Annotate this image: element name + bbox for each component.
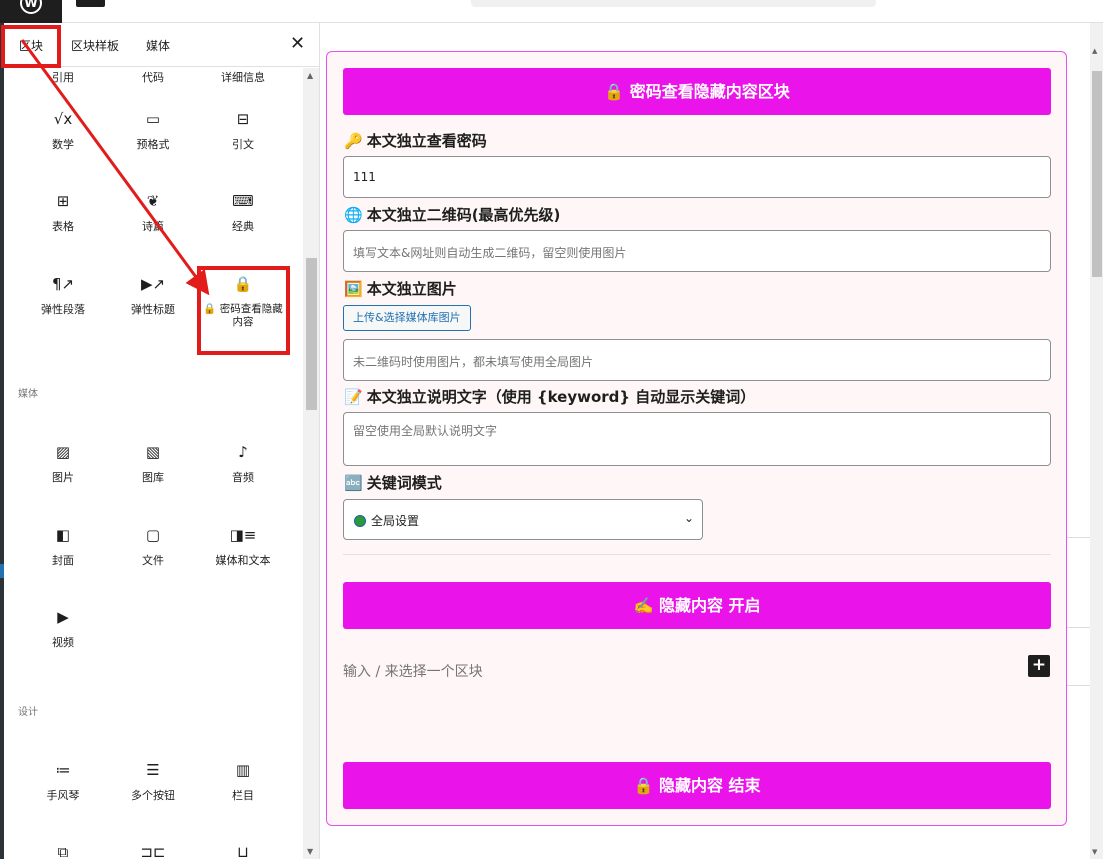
hidden-content-start-button[interactable]: ✍️ 隐藏内容 开启 (343, 582, 1051, 629)
editor-scrollbar[interactable]: ▲ ▼ (1090, 23, 1103, 859)
block-placeholder[interactable]: 输入 / 来选择一个区块 (343, 661, 483, 681)
image-url-input[interactable]: 未二维码时使用图片，都未填写使用全局图片 (343, 339, 1051, 381)
editor-scrollbar-thumb[interactable] (1092, 71, 1102, 277)
password-block-container: 🔒 密码查看隐藏内容区块 🔑 本文独立查看密码 111 🌐 本文独立二维码(最高优先… (326, 51, 1067, 826)
description-textarea[interactable]: 留空使用全局默认说明文字 (343, 412, 1051, 466)
add-block-button[interactable]: + (1028, 655, 1050, 677)
keyword-field-label: 🔤 关键词模式 (344, 474, 442, 492)
qr-field-label: 🌐 本文独立二维码(最高优先级) (344, 206, 561, 224)
picture-icon: 🖼️ (344, 280, 363, 298)
password-block-header-button[interactable]: 🔒 密码查看隐藏内容区块 (343, 68, 1051, 115)
key-icon: 🔑 (344, 132, 363, 150)
chevron-down-icon: ⌄ (683, 511, 694, 525)
qr-input[interactable]: 填写文本&网址则自动生成二维码，留空则使用图片 (343, 230, 1051, 272)
keyword-mode-select[interactable]: 全局设置 ⌄ (343, 499, 703, 540)
upload-image-button[interactable]: 上传&选择媒体库图片 (343, 305, 471, 331)
image-field-label: 🖼️ 本文独立图片 (344, 280, 457, 298)
abc-icon: 🔤 (344, 474, 363, 492)
memo-icon: 📝 (344, 388, 363, 406)
divider (343, 554, 1051, 555)
scroll-up-icon[interactable]: ▲ (1092, 47, 1097, 55)
hidden-content-end-button[interactable]: 🔒 隐藏内容 结束 (343, 762, 1051, 809)
password-field-label: 🔑 本文独立查看密码 (344, 132, 487, 150)
globe-dot-icon (354, 515, 366, 527)
description-field-label: 📝 本文独立说明文字（使用 {keyword} 自动显示关键词） (344, 388, 756, 406)
password-input[interactable]: 111 (343, 156, 1051, 198)
globe-icon: 🌐 (344, 206, 363, 224)
scroll-down-icon[interactable]: ▼ (1092, 848, 1097, 856)
